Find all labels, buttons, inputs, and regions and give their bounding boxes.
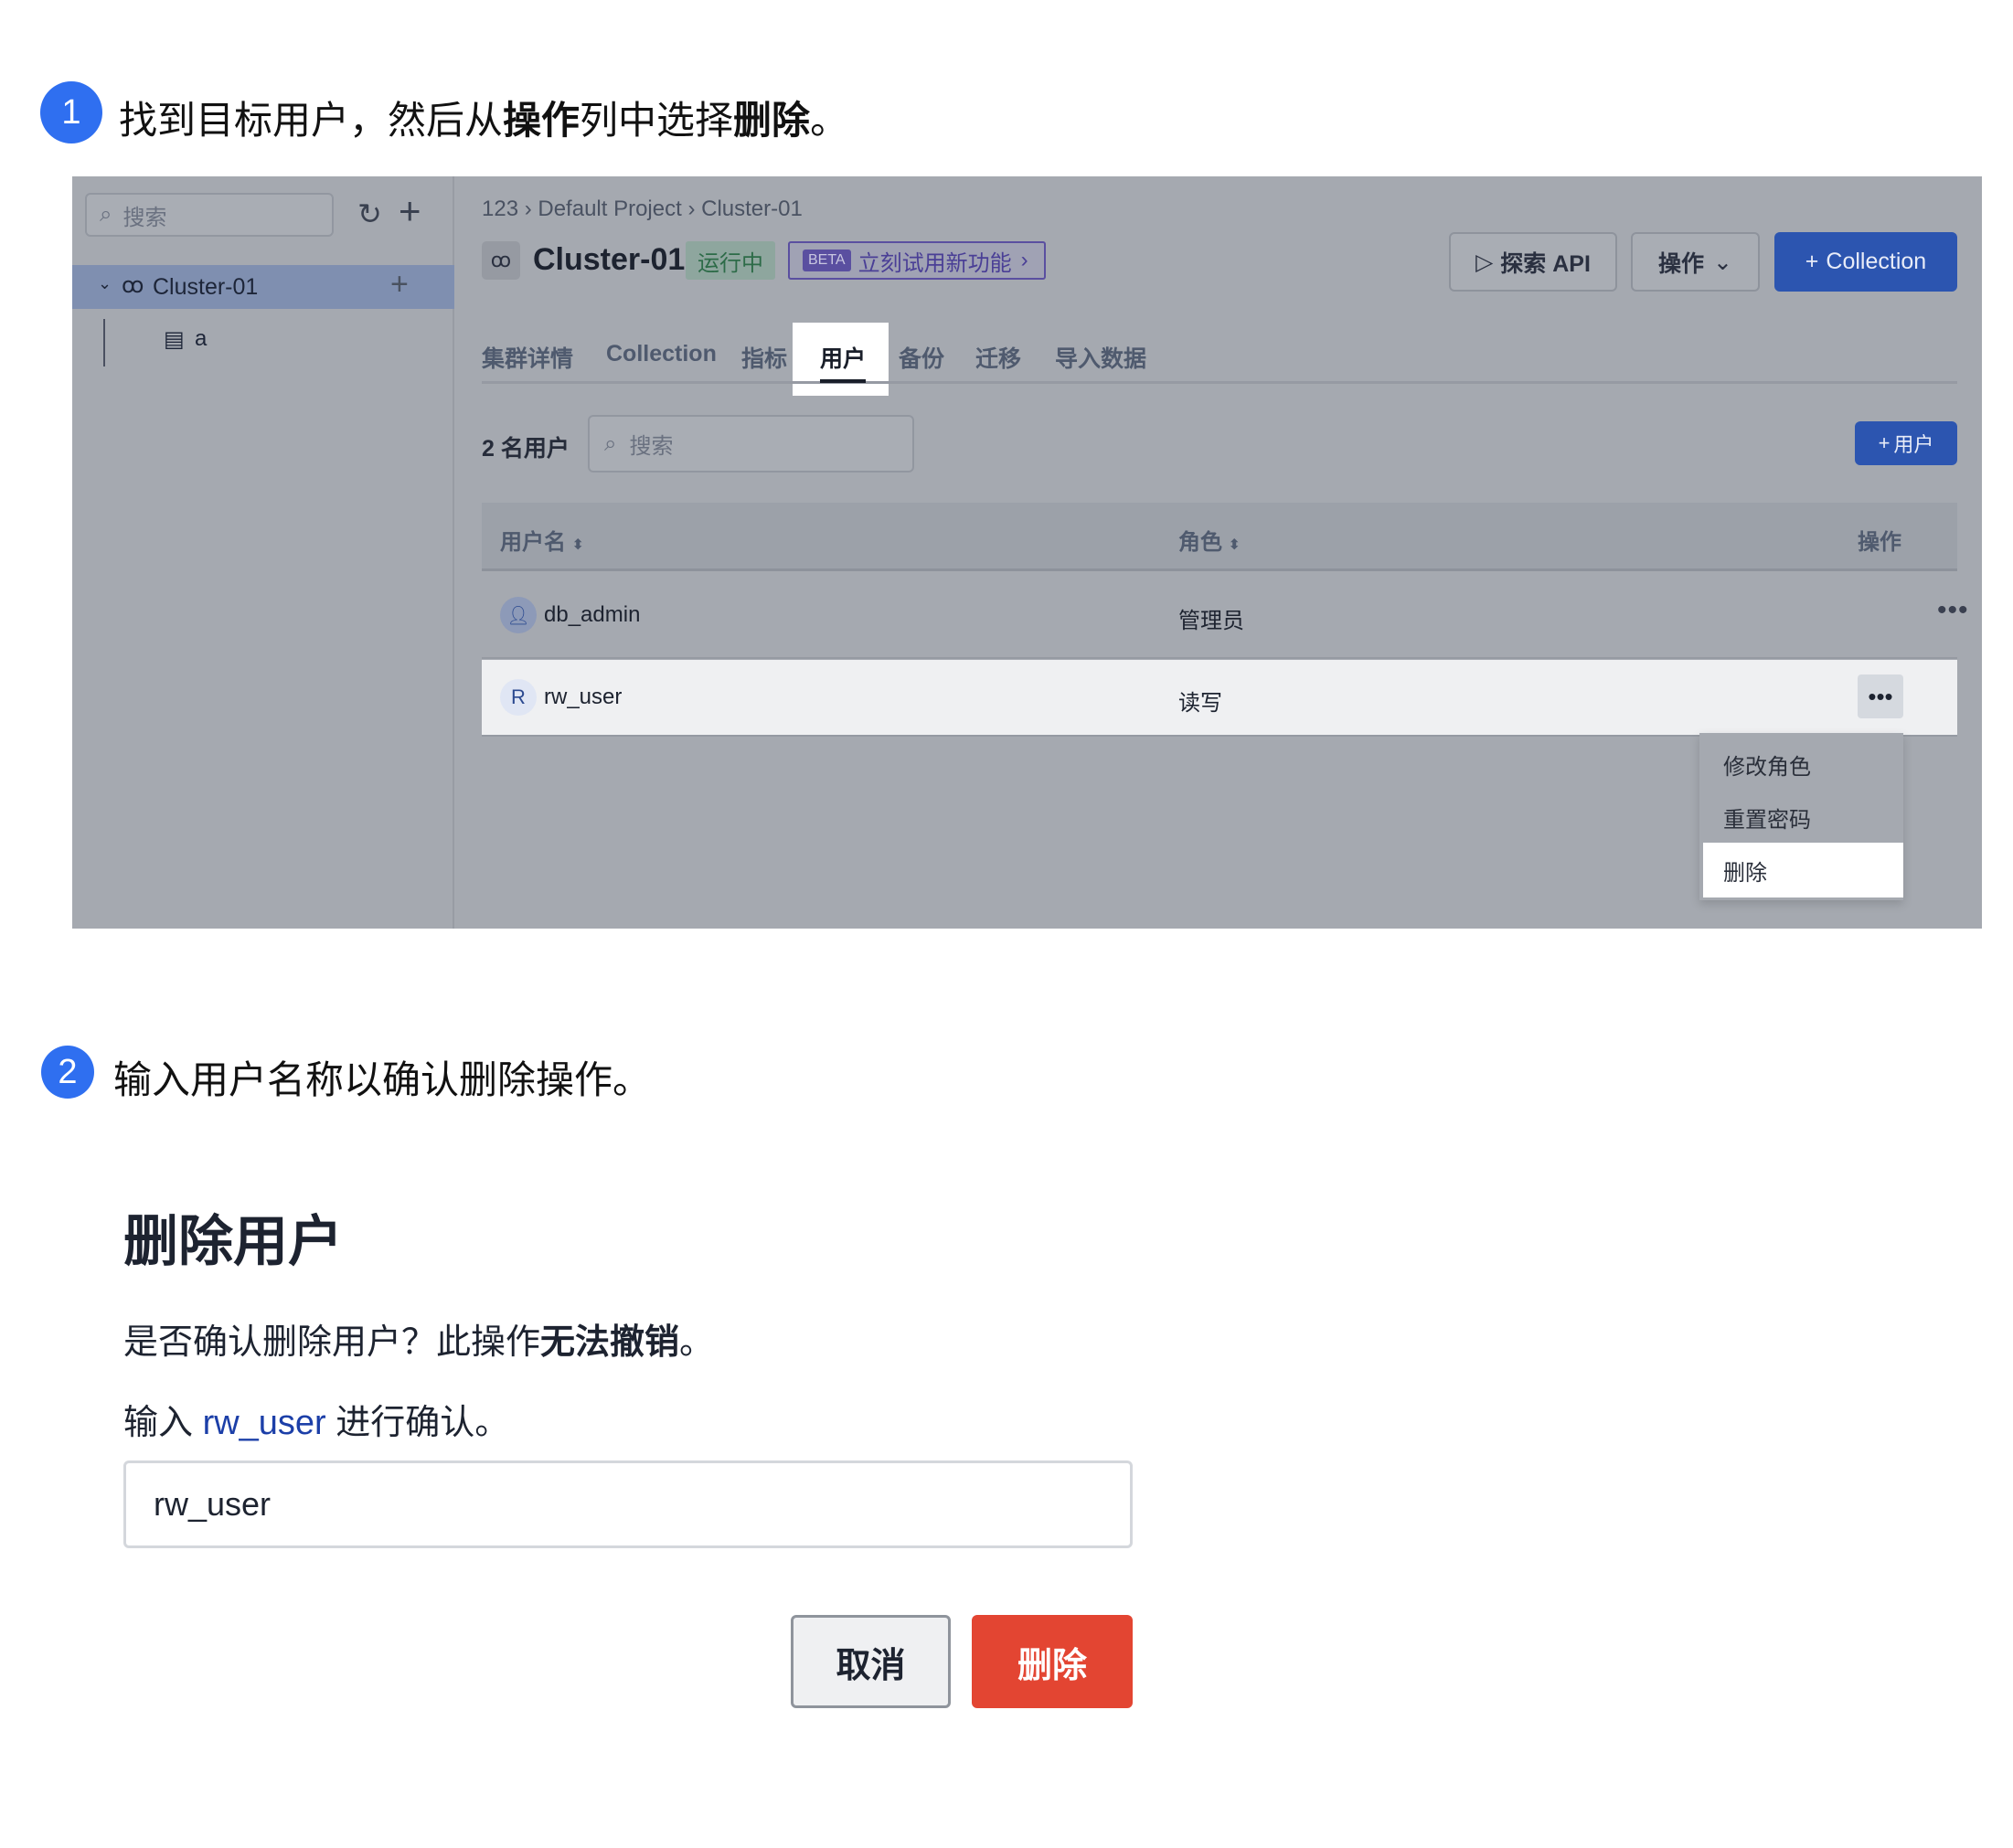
cluster-icon: ꝏ bbox=[122, 273, 144, 298]
search-icon: ⌕ bbox=[604, 430, 617, 456]
sort-icon: ⬍ bbox=[571, 537, 585, 553]
cancel-button[interactable]: 取消 bbox=[791, 1615, 951, 1708]
step-2-instruction: 输入用户名称以确认删除操作。 bbox=[113, 1058, 652, 1101]
add-icon[interactable]: + bbox=[390, 267, 409, 303]
tabs-divider bbox=[482, 381, 1957, 384]
search-icon: ⌕ bbox=[100, 202, 112, 227]
breadcrumb-project[interactable]: Default Project bbox=[538, 196, 681, 221]
active-tab-underline bbox=[820, 379, 866, 383]
confirm-username-input[interactable]: rw_user bbox=[123, 1460, 1133, 1548]
user-count: 2 名用户 bbox=[482, 436, 570, 462]
table-icon: ▤ bbox=[164, 327, 185, 352]
dialog-message: 是否确认删除用户？此操作无法撤销。 bbox=[123, 1323, 715, 1362]
chevron-right-icon: › bbox=[1020, 248, 1028, 272]
step-2-badge: 2 bbox=[41, 1046, 94, 1099]
tree-item-cluster[interactable]: ⌄ ꝏ Cluster-01 + bbox=[72, 265, 454, 309]
step-1-instruction: 找到目标用户，然后从操作列中选择删除。 bbox=[119, 99, 849, 142]
more-actions-button[interactable]: ••• bbox=[1937, 595, 1969, 626]
column-header-role[interactable]: 角色 ⬍ bbox=[1178, 524, 1241, 556]
username-highlight: rw_user bbox=[202, 1404, 326, 1442]
tab-migration[interactable]: 迁移 bbox=[975, 341, 1021, 374]
cluster-icon: ꝏ bbox=[482, 241, 520, 280]
step-1-badge: 1 bbox=[40, 81, 102, 143]
menu-item-edit-role[interactable]: 修改角色 bbox=[1699, 737, 1903, 791]
sidebar-search-input[interactable]: ⌕ 搜索 bbox=[85, 193, 334, 237]
beta-tag: BETA bbox=[803, 250, 851, 271]
tab-backup[interactable]: 备份 bbox=[899, 341, 944, 374]
breadcrumb-org[interactable]: 123 bbox=[482, 196, 518, 221]
tab-cluster-details[interactable]: 集群详情 bbox=[482, 341, 573, 374]
tree-line bbox=[103, 319, 105, 366]
app-screenshot: ⌕ 搜索 ↻ + ⌄ ꝏ Cluster-01 + ▤ a 123 › Defa… bbox=[72, 176, 1982, 929]
breadcrumb: 123 › Default Project › Cluster-01 bbox=[482, 196, 803, 221]
dialog-title: 删除用户 bbox=[123, 1211, 343, 1272]
add-collection-button[interactable]: + Collection bbox=[1774, 232, 1957, 292]
refresh-icon[interactable]: ↻ bbox=[357, 196, 382, 231]
avatar: R bbox=[500, 679, 537, 716]
actions-dropdown-button[interactable]: 操作 ⌄ bbox=[1631, 232, 1760, 292]
user-search-input[interactable]: ⌕ 搜索 bbox=[588, 415, 914, 473]
column-header-actions: 操作 bbox=[1858, 530, 1901, 555]
tab-metrics[interactable]: 指标 bbox=[741, 341, 787, 374]
beta-feature-link[interactable]: BETA 立刻试用新功能 › bbox=[788, 241, 1046, 280]
menu-item-reset-password[interactable]: 重置密码 bbox=[1699, 790, 1903, 844]
tab-import-data[interactable]: 导入数据 bbox=[1055, 341, 1146, 374]
table-header: 用户名 ⬍ 角色 ⬍ 操作 bbox=[482, 503, 1957, 571]
sidebar: ⌕ 搜索 ↻ + ⌄ ꝏ Cluster-01 + ▤ a bbox=[72, 176, 454, 929]
breadcrumb-cluster: Cluster-01 bbox=[701, 196, 803, 221]
menu-item-delete[interactable]: 删除 bbox=[1703, 843, 1903, 897]
play-icon: ▷ bbox=[1475, 249, 1494, 275]
tab-users[interactable]: 用户 bbox=[820, 341, 866, 374]
sort-icon: ⬍ bbox=[1228, 537, 1241, 553]
explore-api-button[interactable]: ▷ 探索 API bbox=[1449, 232, 1617, 292]
plus-icon: + bbox=[1878, 431, 1891, 454]
row-actions-menu: 修改角色 重置密码 删除 bbox=[1699, 733, 1903, 900]
dialog-confirm-hint: 输入 rw_user 进行确认。 bbox=[123, 1404, 510, 1442]
add-user-button[interactable]: + 用户 bbox=[1855, 421, 1957, 465]
delete-button[interactable]: 删除 bbox=[972, 1615, 1133, 1708]
column-header-username[interactable]: 用户名 ⬍ bbox=[500, 524, 584, 556]
tab-collection[interactable]: Collection bbox=[606, 341, 717, 367]
more-actions-button[interactable]: ••• bbox=[1858, 674, 1903, 718]
plus-icon: + bbox=[1805, 249, 1819, 274]
tree-item-collection[interactable]: ▤ a bbox=[164, 324, 346, 357]
page-title: Cluster-01 bbox=[533, 242, 686, 277]
table-row[interactable]: 👤︎ db_admin 管理员 ••• bbox=[482, 571, 1968, 659]
add-icon[interactable]: + bbox=[399, 189, 421, 233]
status-badge: 运行中 bbox=[686, 241, 775, 280]
person-icon: 👤︎ bbox=[500, 597, 537, 633]
chevron-down-icon: ⌄ bbox=[98, 274, 112, 292]
table-row-selected[interactable]: R rw_user 读写 ••• bbox=[482, 660, 1957, 735]
chevron-down-icon: ⌄ bbox=[1713, 249, 1732, 275]
